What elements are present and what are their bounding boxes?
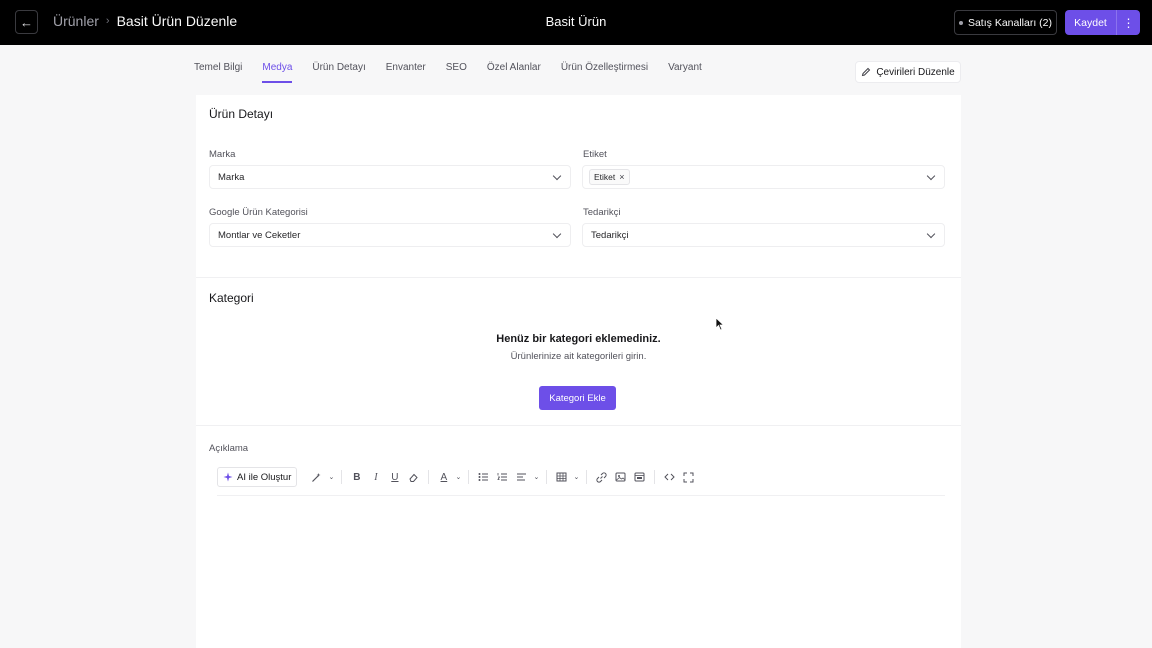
add-category-button[interactable]: Kategori Ekle [539,386,616,410]
description-label: Açıklama [209,443,249,454]
code-icon[interactable] [660,467,679,487]
tab-bar: Temel Bilgi Medya Ürün Detayı Envanter SEO Öz… [194,62,702,83]
save-button-group: Kaydet ⋮ [1065,10,1140,35]
editor-divider [217,495,945,496]
tab-medya[interactable]: Medya [262,62,293,83]
table-icon[interactable] [552,467,571,487]
pencil-icon [862,67,871,77]
magic-wand-icon[interactable] [307,467,326,487]
section-divider [196,425,961,426]
toolbar-divider [586,470,588,484]
chevron-down-icon[interactable]: ⌄ [326,467,336,487]
video-icon[interactable] [630,467,649,487]
chevron-down-icon [926,171,936,181]
chevron-down-icon [552,171,562,181]
tag-label: Etiket [583,149,607,160]
bold-icon[interactable]: B [347,467,366,487]
bullet-list-icon[interactable] [474,467,493,487]
link-icon[interactable] [592,467,611,487]
tab-varyant[interactable]: Varyant [668,62,702,83]
edit-translations-label: Çevirileri Düzenle [876,66,955,78]
status-dot-icon [958,20,963,25]
tab-ürün-detayı[interactable]: Ürün Detayı [312,62,365,83]
tab-özel-alanlar[interactable]: Özel Alanlar [487,62,541,83]
supplier-select[interactable]: Tedarikçi [582,223,945,247]
category-title: Kategori [209,291,254,305]
breadcrumb-current: Basit Ürün Düzenle [116,13,238,29]
category-empty-subtitle: Ürünlerinize ait kategorileri girin. [510,351,647,362]
underline-icon[interactable]: U [385,467,404,487]
google-category-value: Montlar ve Ceketler [218,229,301,241]
align-left-icon[interactable] [512,467,531,487]
save-button[interactable]: Kaydet [1065,17,1116,29]
chevron-down-icon[interactable]: ⌄ [453,467,463,487]
italic-icon[interactable]: I [366,467,385,487]
sales-channels-label: Satış Kanalları (2) [967,16,1053,29]
chevron-down-icon[interactable]: ⌄ [571,467,581,487]
product-form-card: Ürün Detayı Marka Marka Etiket Etiket × … [196,95,961,648]
supplier-label: Tedarikçi [583,207,621,218]
sales-channels-button[interactable]: Satış Kanalları (2) [954,10,1057,35]
tag-select[interactable]: Etiket × [582,165,945,189]
product-detail-title: Ürün Detayı [209,107,274,121]
google-category-select[interactable]: Montlar ve Ceketler [209,223,571,247]
brand-select[interactable]: Marka [209,165,571,189]
edit-translations-button[interactable]: Çevirileri Düzenle [855,61,961,83]
brand-label: Marka [209,149,236,160]
toolbar-divider [428,470,430,484]
ai-generate-label: AI ile Oluştur [237,471,292,483]
tab-ürün-özelleştirmesi[interactable]: Ürün Özelleştirmesi [561,62,648,83]
more-options-icon[interactable]: ⋮ [1116,10,1140,35]
tag-chip-label: Etiket [594,172,616,182]
fullscreen-icon[interactable] [679,467,698,487]
section-divider [196,277,961,278]
tab-temel-bilgi[interactable]: Temel Bilgi [194,62,242,83]
tab-seo[interactable]: SEO [446,62,467,83]
google-category-label: Google Ürün Kategorisi [209,207,308,218]
chevron-right-icon: › [105,15,110,27]
arrow-left-icon: ← [20,14,33,30]
top-bar: ← Ürünler › Basit Ürün Düzenle Basit Ürü… [0,0,1152,45]
text-color-icon[interactable]: A [434,467,453,487]
back-button[interactable]: ← [15,10,38,34]
mouse-cursor-icon [715,317,725,331]
toolbar-divider [468,470,470,484]
toolbar-divider [546,470,548,484]
chevron-down-icon [926,229,936,239]
eraser-icon[interactable] [404,467,423,487]
toolbar-divider [654,470,656,484]
tab-envanter[interactable]: Envanter [386,62,426,83]
brand-value: Marka [218,171,245,183]
description-editor[interactable] [217,499,945,648]
supplier-value: Tedarikçi [591,229,629,241]
tag-chip: Etiket × [589,169,630,185]
chevron-down-icon[interactable]: ⌄ [531,467,541,487]
ai-generate-button[interactable]: AI ile Oluştur [217,467,298,487]
image-icon[interactable] [611,467,630,487]
breadcrumb-parent-link[interactable]: Ürünler [53,13,99,29]
chevron-down-icon [552,229,562,239]
numbered-list-icon[interactable] [493,467,512,487]
category-empty-title: Henüz bir kategori eklemediniz. [496,333,661,345]
sparkle-icon [223,472,233,482]
editor-toolbar: AI ile Oluştur ⌄ B I U A ⌄ ⌄ ⌄ [217,467,698,487]
toolbar-divider [341,470,343,484]
breadcrumb: Ürünler › Basit Ürün Düzenle [53,13,237,29]
remove-tag-icon[interactable]: × [619,172,624,182]
